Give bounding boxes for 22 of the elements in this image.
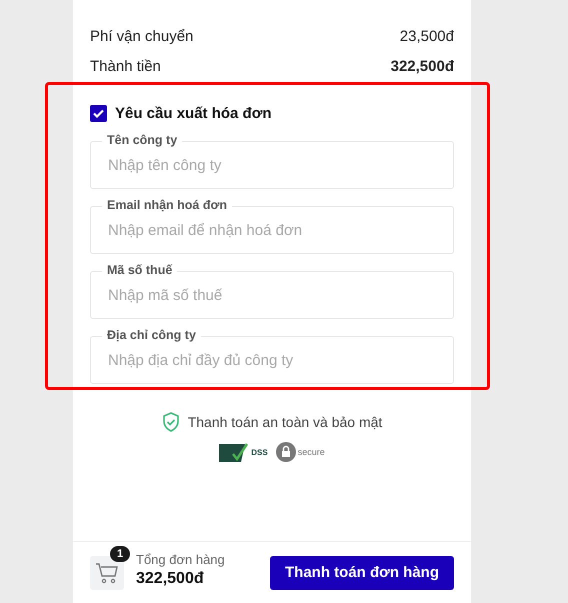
total-label: Tổng đơn hàng	[136, 552, 225, 566]
padlock-icon	[276, 442, 296, 462]
summary-label: Phí vận chuyển	[90, 28, 194, 44]
summary-value: 322,500đ	[390, 58, 454, 74]
cart-count-badge: 1	[110, 546, 130, 562]
invoice-checkbox[interactable]	[90, 105, 107, 122]
check-icon	[93, 109, 104, 118]
total-value: 322,500đ	[136, 570, 205, 588]
security-text: Thanh toán an toàn và bảo mật	[188, 414, 382, 430]
summary-label: Thành tiền	[90, 58, 161, 74]
field-label: Địa chỉ công ty	[102, 328, 201, 343]
field-label: Email nhận hoá đơn	[102, 198, 232, 213]
cart-button[interactable]	[90, 556, 124, 590]
pci-logo-icon	[219, 442, 250, 462]
checkout-button[interactable]: Thanh toán đơn hàng	[270, 556, 454, 590]
badge-text: DSS	[251, 448, 268, 456]
invoice-label: Yêu cầu xuất hóa đơn	[115, 105, 272, 122]
badge-text: secure	[298, 447, 325, 457]
field-label: Tên công ty	[102, 133, 182, 148]
summary-value: 23,500đ	[400, 28, 454, 44]
shield-check-icon	[162, 412, 180, 432]
cart-icon	[95, 562, 119, 584]
